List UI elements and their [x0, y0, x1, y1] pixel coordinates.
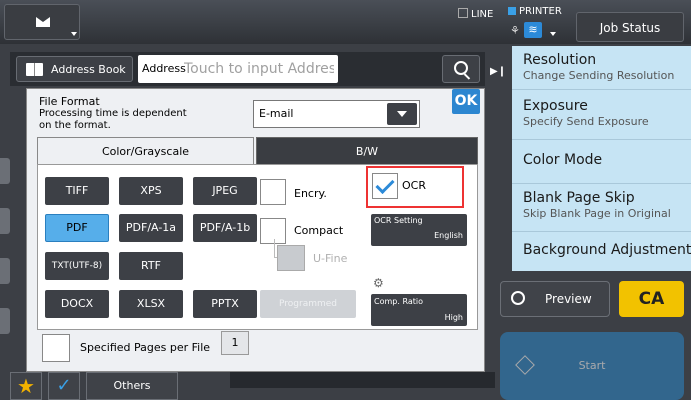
search-button[interactable]	[442, 55, 480, 83]
left-tab-stub[interactable]	[0, 158, 10, 184]
blank-page-skip-item[interactable]: Blank Page Skip Skip Blank Page in Origi…	[512, 184, 691, 232]
exposure-item[interactable]: Exposure Specify Send Exposure	[512, 90, 691, 140]
file-format-title: File Format	[39, 95, 100, 108]
blank-page-skip-title: Blank Page Skip	[523, 190, 635, 206]
tab-color-grayscale[interactable]: Color/Grayscale	[37, 137, 254, 165]
screen: LINE PRINTER ⚘ ≋ Job Status Address Book…	[0, 0, 691, 400]
left-tab-stub[interactable]	[0, 208, 10, 234]
start-icon	[515, 355, 535, 375]
specified-pages-value[interactable]: 1	[221, 331, 249, 355]
ocr-setting-button[interactable]: OCR Setting English	[371, 214, 467, 246]
address-book-button[interactable]: Address Book	[16, 56, 133, 82]
file-format-note-line2: on the format.	[39, 120, 111, 131]
send-type-value: E-mail	[259, 107, 294, 120]
address-bar: Address Book Address	[10, 52, 485, 86]
collapse-panel-icon[interactable]: ▶❙	[490, 66, 506, 77]
line-indicator: LINE	[458, 8, 493, 20]
format-tiff-button[interactable]: TIFF	[45, 177, 109, 205]
printer-label: PRINTER	[519, 6, 562, 17]
comp-ratio-value: High	[444, 313, 463, 322]
resolution-item[interactable]: Resolution Change Sending Resolution	[512, 46, 691, 90]
resolution-title: Resolution	[523, 52, 597, 68]
format-xps-button[interactable]: XPS	[119, 177, 183, 205]
start-button[interactable]: Start	[500, 332, 684, 400]
left-tab-stub[interactable]	[0, 258, 10, 284]
format-pdf-button[interactable]: PDF	[45, 214, 109, 242]
address-label: Address	[142, 62, 186, 75]
encryption-checkbox[interactable]	[260, 179, 286, 205]
format-pdfa1b-button[interactable]: PDF/A-1b	[193, 214, 257, 242]
comp-ratio-button[interactable]: Comp. Ratio High	[371, 294, 467, 326]
star-icon: ★	[17, 374, 35, 398]
printer-status-square	[508, 7, 516, 15]
format-pptx-button[interactable]: PPTX	[193, 290, 257, 318]
start-label: Start	[578, 359, 606, 372]
hidden-bottom-bar	[230, 372, 495, 388]
ocr-checkbox[interactable]	[372, 173, 398, 199]
chevron-down-icon	[550, 32, 556, 36]
exposure-subtitle: Specify Send Exposure	[523, 115, 649, 128]
preview-button[interactable]: Preview	[500, 281, 610, 317]
search-icon-handle	[463, 73, 471, 80]
resolution-subtitle: Change Sending Resolution	[523, 69, 675, 82]
format-pdfa1a-button[interactable]: PDF/A-1a	[119, 214, 183, 242]
address-input[interactable]	[184, 56, 334, 82]
compact-label: Compact	[294, 224, 344, 237]
background-adjustment-item[interactable]: Background Adjustment	[512, 232, 691, 271]
background-adjustment-title: Background Adjustment	[523, 242, 691, 258]
specified-pages-checkbox[interactable]	[42, 334, 70, 362]
send-type-dropdown[interactable]: E-mail	[253, 100, 420, 128]
ocr-setting-value: English	[434, 231, 463, 240]
address-field[interactable]: Address	[138, 55, 338, 83]
chevron-down-icon	[71, 32, 77, 36]
ok-button[interactable]: OK	[452, 89, 480, 114]
send-mode-button[interactable]	[4, 4, 80, 40]
line-label: LINE	[471, 9, 494, 20]
check-icon: ✓	[56, 375, 72, 396]
encryption-label: Encry.	[294, 187, 327, 200]
left-tab-stub[interactable]	[0, 308, 10, 334]
search-icon	[454, 61, 468, 75]
favorite-star-button[interactable]: ★	[10, 372, 42, 400]
ufine-checkbox[interactable]	[277, 245, 305, 271]
ufine-label: U-Fine	[313, 252, 348, 265]
address-book-label: Address Book	[51, 63, 126, 76]
file-format-note-line1: Processing time is dependent	[39, 108, 187, 119]
format-docx-button[interactable]: DOCX	[45, 290, 109, 318]
color-mode-item[interactable]: Color Mode	[512, 140, 691, 184]
format-rtf-button[interactable]: RTF	[119, 252, 183, 280]
settings-panel: Resolution Change Sending Resolution Exp…	[512, 46, 691, 271]
network-icon: ⚘	[510, 24, 520, 37]
job-status-button[interactable]: Job Status	[576, 12, 684, 42]
compression-icon: ⚙	[373, 276, 384, 290]
printer-status-icons[interactable]: ⚘ ≋	[510, 22, 570, 40]
ocr-setting-label: OCR Setting	[374, 216, 423, 225]
line-status-square	[458, 8, 468, 18]
ocr-option[interactable]: OCR	[366, 166, 464, 208]
top-bar: LINE PRINTER ⚘ ≋ Job Status	[0, 0, 691, 44]
file-format-dialog: File Format Processing time is dependent…	[26, 88, 485, 372]
format-jpeg-button[interactable]: JPEG	[193, 177, 257, 205]
printer-indicator: PRINTER	[508, 6, 562, 17]
format-txt-button[interactable]: TXT(UTF-8)	[45, 252, 109, 280]
comp-ratio-label: Comp. Ratio	[374, 297, 423, 306]
envelope-icon	[36, 17, 50, 27]
book-icon	[26, 63, 43, 76]
clear-all-button[interactable]: CA	[619, 281, 684, 317]
exposure-title: Exposure	[523, 98, 588, 114]
file-format-header: File Format Processing time is dependent…	[39, 96, 187, 132]
blank-page-skip-subtitle: Skip Blank Page in Original	[523, 207, 671, 220]
color-mode-title: Color Mode	[523, 152, 603, 168]
others-button[interactable]: Others	[86, 372, 178, 400]
ocr-label: OCR	[402, 179, 426, 192]
dropdown-arrow-icon[interactable]	[387, 103, 417, 125]
wifi-icon: ≋	[524, 22, 542, 38]
tab-bw[interactable]: B/W	[256, 137, 478, 165]
specified-pages-label: Specified Pages per File	[80, 341, 211, 354]
preview-label: Preview	[545, 292, 592, 306]
format-xlsx-button[interactable]: XLSX	[119, 290, 183, 318]
check-button[interactable]: ✓	[48, 372, 80, 400]
programmed-button[interactable]: Programmed	[260, 290, 356, 318]
preview-icon	[511, 291, 525, 305]
